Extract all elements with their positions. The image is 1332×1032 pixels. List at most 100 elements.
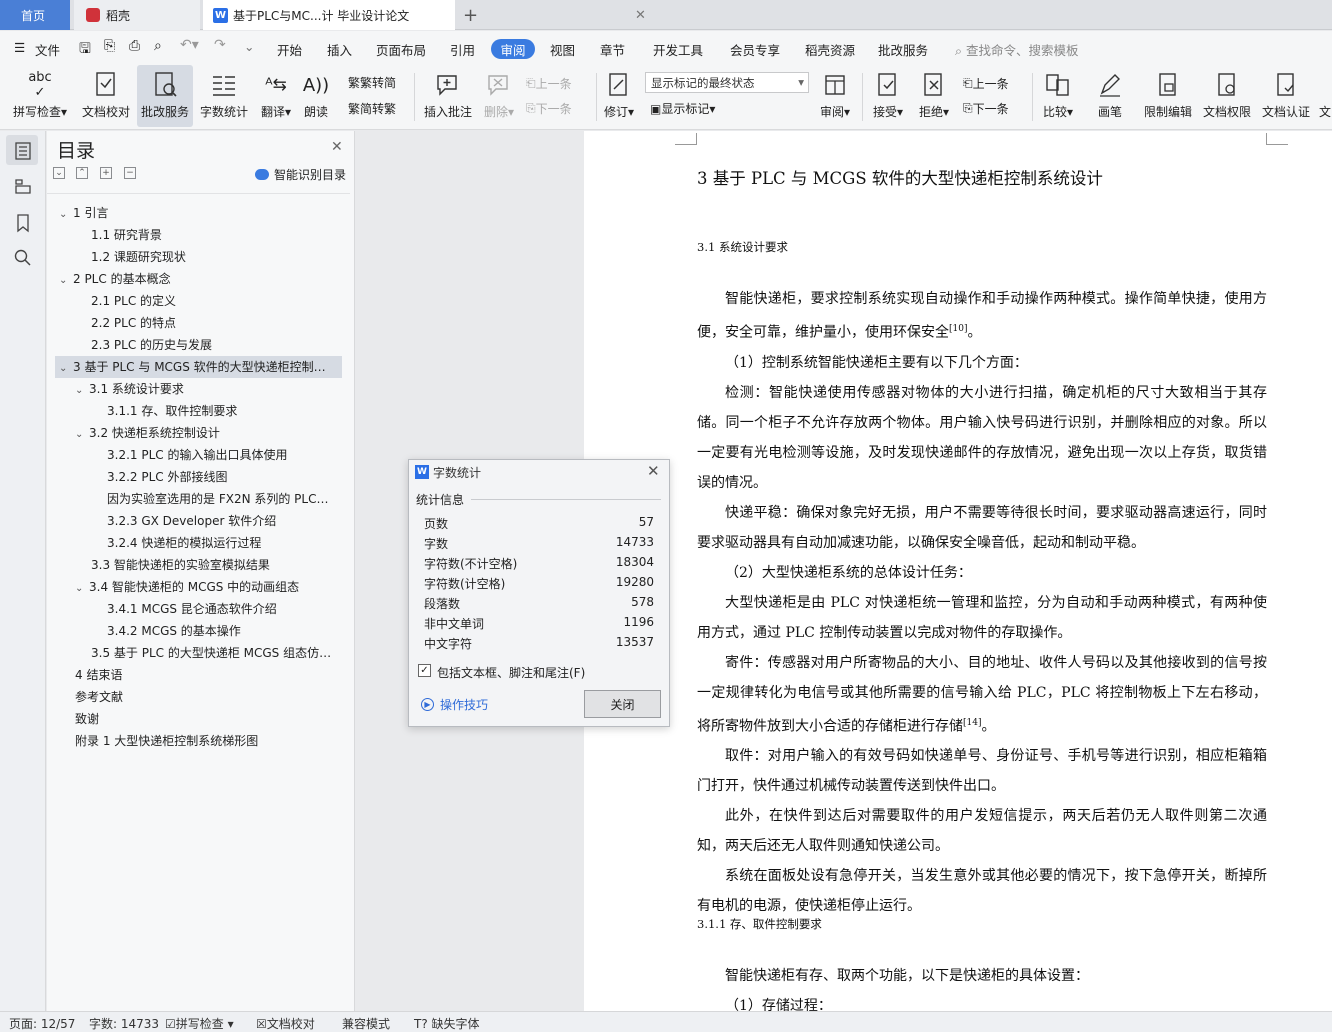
read-aloud-button[interactable]: A)) 朗读 [298,65,334,127]
word-count-status[interactable]: 字数: 14733 [89,1015,159,1032]
doc-rights-button[interactable]: 文档权限 [1199,65,1255,127]
toc-item[interactable]: 2.1 PLC 的定义 [91,290,337,312]
redo-icon[interactable]: ↷ [214,37,226,53]
tc-to-sc-button[interactable]: 繁 繁转简 [348,74,396,91]
close-icon[interactable]: ✕ [647,462,660,480]
translate-button[interactable]: ᴬ⇆ 翻译▾ [256,65,296,127]
new-tab-icon[interactable]: + [463,5,478,26]
toc-item[interactable]: 致谢 [75,708,337,730]
toc-item[interactable]: 3.2.3 GX Developer 软件介绍 [107,510,337,532]
search-icon[interactable] [13,248,33,268]
next-comment-button[interactable]: ⎘ 下一条 [526,100,572,117]
menu-correction[interactable]: 批改服务 [878,40,928,59]
menu-start[interactable]: 开始 [277,40,302,59]
menu-review[interactable]: 审阅 [491,39,535,59]
toc-item[interactable]: 4 结束语 [75,664,337,686]
spell-check-button[interactable]: abc ✓ 拼写检查▾ [8,65,72,127]
chevron-down-icon[interactable]: ⌄ [75,424,89,444]
doc-proof-button[interactable]: 文档校对 [78,65,134,127]
menu-file[interactable]: 文件 [35,40,60,59]
save-icon[interactable]: 🖫 [79,38,91,62]
chevron-down-icon[interactable]: ⌄ [59,358,73,378]
menu-reference[interactable]: 引用 [450,40,475,59]
toc-item[interactable]: 附录 1 大型快递柜控制系统梯形图 [75,730,337,752]
toc-item[interactable]: ⌄ 1 引言 [59,202,337,224]
menu-daoke[interactable]: 稻壳资源 [805,40,855,59]
menu-developer[interactable]: 开发工具 [653,40,703,59]
toc-item[interactable]: 1.2 课题研究现状 [91,246,337,268]
chevron-down-icon[interactable]: ⌄ [75,578,89,598]
show-markup-button[interactable]: ▣ 显示标记 ▾ [650,100,715,117]
prev-comment-button[interactable]: ⎗ 上一条 [526,75,572,92]
correction-service-button[interactable]: 批改服务 [137,65,193,127]
bookmark-icon[interactable] [13,213,33,233]
hamburger-icon[interactable]: ☰ [14,40,25,55]
toc-item[interactable]: 3.3 智能快递柜的实验室模拟结果 [91,554,337,576]
proof-status[interactable]: ☒文档校对 [256,1015,315,1032]
tips-link[interactable]: ▶ 操作技巧 [421,696,488,713]
insert-comment-button[interactable]: 插入批注 [421,65,475,127]
sc-to-tc-button[interactable]: 繁 简转繁 [348,100,396,117]
toc-item[interactable]: 3.4.1 MCGS 昆仑通态软件介绍 [107,598,337,620]
markup-state-select[interactable]: 显示标记的最终状态 ▾ [645,72,809,93]
restrict-edit-button[interactable]: 限制编辑 [1140,65,1196,127]
print-preview-icon[interactable]: ⌕ [154,38,162,54]
toc-item[interactable]: ⌄ 3 基于 PLC 与 MCGS 软件的大型快递柜控制系统设计 [59,356,337,378]
toc-item[interactable]: 3.2.1 PLC 的输入输出口具体使用 [107,444,337,466]
menu-layout[interactable]: 页面布局 [376,40,426,59]
spell-check-status[interactable]: ☑拼写检查 ▾ [165,1015,234,1032]
toc-item[interactable]: 2.2 PLC 的特点 [91,312,337,334]
chapter-nav-icon[interactable] [13,176,33,196]
chevron-down-icon[interactable]: ⌄ [75,380,89,400]
smart-toc-button[interactable]: 智能识别目录 [255,166,346,183]
word-count-button[interactable]: 字数统计 [198,65,250,127]
print-icon[interactable]: ⎙ [129,38,140,54]
toc-item[interactable]: 1.1 研究背景 [91,224,337,246]
close-button[interactable]: 关闭 [584,690,661,718]
toc-item[interactable]: 3.1.1 存、取件控制要求 [107,400,337,422]
menu-insert[interactable]: 插入 [327,40,352,59]
toc-item[interactable]: 参考文献 [75,686,337,708]
more-icon[interactable]: ⌄ [244,39,254,54]
accept-button[interactable]: 接受▾ [868,65,908,127]
toc-item[interactable]: 3.2.4 快递柜的模拟运行过程 [107,532,337,554]
add-heading-icon[interactable]: + [100,167,112,179]
remove-heading-icon[interactable]: − [124,167,136,179]
chevron-down-icon[interactable]: ⌄ [59,270,73,290]
page-indicator[interactable]: 页面: 12/57 [9,1015,75,1032]
toc-item[interactable]: 3.5 基于 PLC 的大型快递柜 MCGS 组态仿真设计 [91,642,337,664]
tab-home[interactable]: 首页 [0,0,70,30]
toc-item[interactable]: 3.2.2 PLC 外部接线图 [107,466,337,488]
doc-certify-button[interactable]: 文档认证 [1258,65,1314,127]
collapse-all-icon[interactable]: ⌄ [53,167,65,179]
document-page[interactable]: 3 基于 PLC 与 MCGS 软件的大型快递柜控制系统设计 3.1 系统设计要… [584,131,1332,1011]
prev-change-button[interactable]: ⎗ 上一条 [963,75,1009,92]
toc-item[interactable]: 2.3 PLC 的历史与发展 [91,334,337,356]
chevron-down-icon[interactable]: ⌄ [59,204,73,224]
menu-member[interactable]: 会员专享 [730,40,780,59]
tab-document[interactable]: W 基于PLC与MC...计 毕业设计论文 ✕ [203,0,646,30]
undo-icon[interactable]: ↶▾ [180,37,199,53]
compare-button[interactable]: 比较▾ [1038,65,1078,127]
track-changes-button[interactable]: 修订▾ [600,65,638,127]
toc-item[interactable]: 3.4.2 MCGS 的基本操作 [107,620,337,642]
toc-item[interactable]: ⌄ 2 PLC 的基本概念 [59,268,337,290]
include-textbox-checkbox[interactable]: ✓ [418,664,431,677]
review-pane-button[interactable]: 审阅▾ [815,65,855,127]
next-change-button[interactable]: ⎘ 下一条 [963,100,1009,117]
citation[interactable]: [14] [963,718,981,728]
menu-section[interactable]: 章节 [600,40,625,59]
expand-all-icon[interactable]: ⌃ [76,167,88,179]
more-ribbon-button[interactable]: 文 [1318,65,1332,127]
citation[interactable]: [10] [949,324,967,334]
toc-item[interactable]: ⌄ 3.4 智能快递柜的 MCGS 中的动画组态 [75,576,337,598]
close-tab-icon[interactable]: ✕ [635,8,646,23]
reject-button[interactable]: 拒绝▾ [914,65,954,127]
delete-comment-button[interactable]: 删除▾ [480,65,518,127]
close-icon[interactable]: ✕ [331,139,343,155]
toc-item[interactable]: ⌄ 3.2 快递柜系统控制设计 [75,422,337,444]
menu-view[interactable]: 视图 [550,40,575,59]
tab-daoke[interactable]: 稻壳 [74,0,200,30]
pen-button[interactable]: 画笔 [1090,65,1130,127]
command-search[interactable]: ⌕ 查找命令、搜索模板 [955,40,1079,59]
